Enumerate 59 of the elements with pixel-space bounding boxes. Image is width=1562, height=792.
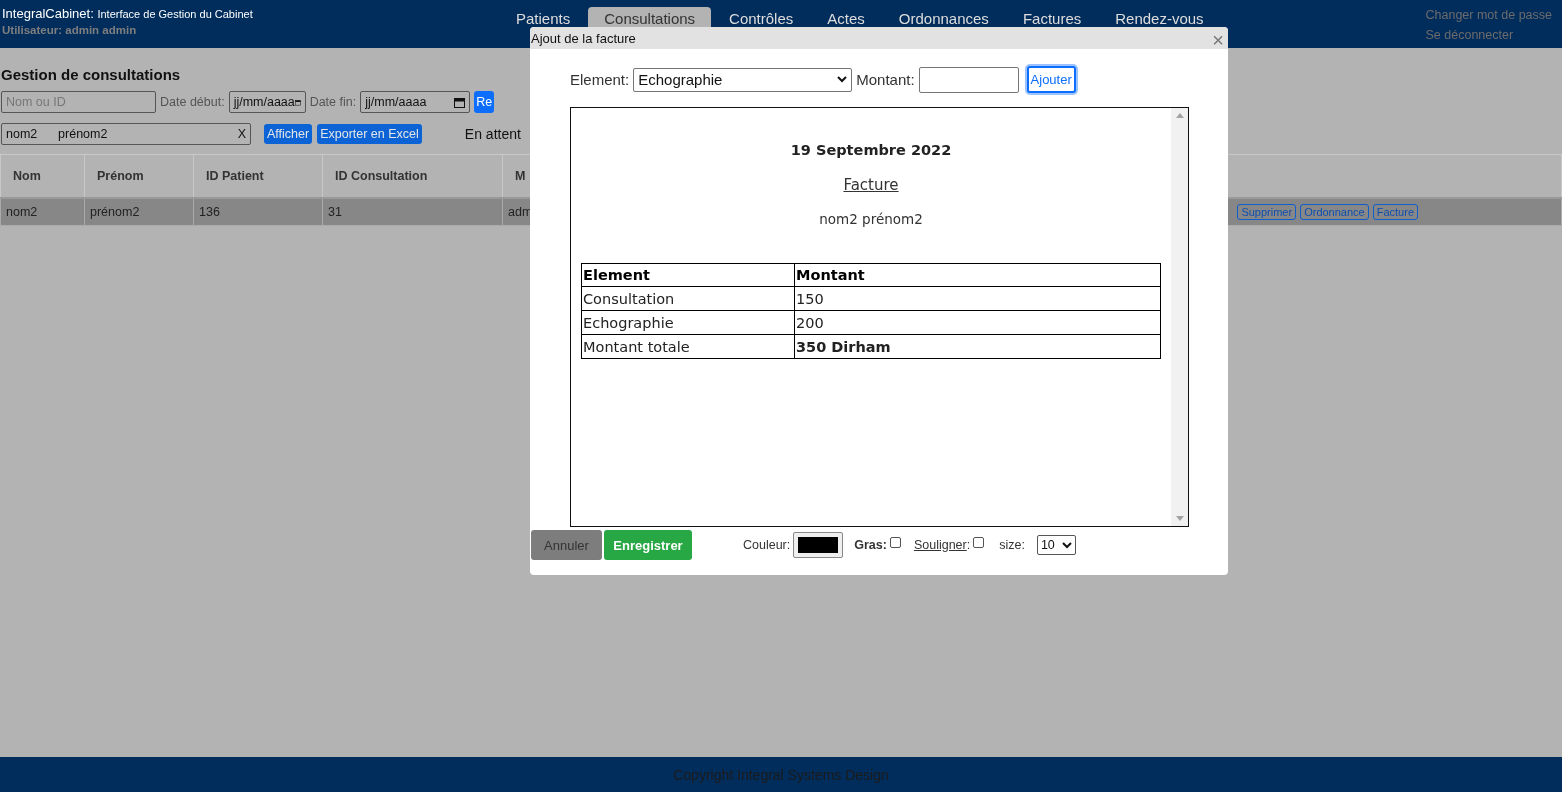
date-field[interactable]: jj/mm/aaaa (360, 91, 471, 113)
element-select[interactable]: Echographie (633, 67, 853, 92)
table-cell: 136 (193, 198, 323, 226)
status-text: En attent (464, 126, 521, 142)
color-picker[interactable] (793, 532, 844, 558)
column-header: Nom (0, 154, 85, 198)
table-cell: 150 (794, 286, 1161, 311)
table-cell: 350 Dirham (794, 334, 1161, 359)
checkbox[interactable] (889, 536, 901, 548)
field-label: Montant: (856, 71, 915, 88)
action-button[interactable]: Afficher (264, 124, 313, 144)
patient-name: nom2 prénom2 (819, 211, 923, 227)
add-button[interactable]: Ajouter (1026, 66, 1076, 93)
field-label: Date fin: (309, 95, 357, 109)
clear-button[interactable]: X (237, 127, 246, 141)
field-label: Souligner (913, 538, 967, 552)
nav-tab[interactable]: Actes (811, 7, 881, 31)
table-cell: 31 (322, 198, 503, 226)
field-label: size: (999, 538, 1025, 552)
caret-icon (837, 76, 848, 83)
page-title: Gestion de consultations (1, 66, 181, 83)
column-header: Montant (794, 263, 1161, 287)
field-label: Couleur: (743, 538, 791, 552)
calendar-icon[interactable] (454, 96, 466, 108)
field-label: Gras: (854, 538, 887, 552)
search-button[interactable]: Re (474, 91, 495, 113)
action-button[interactable]: Exporter en Excel (317, 124, 422, 144)
column-header: ID Consultation (322, 154, 503, 198)
table-cell: Montant totale (581, 334, 795, 359)
nav-tab[interactable]: Rendez-vous (1099, 7, 1220, 31)
colon-text: : (966, 538, 971, 552)
close-button[interactable]: × (1208, 30, 1228, 50)
size-select[interactable]: 10 (1036, 535, 1076, 555)
table-cell: prénom2 (84, 198, 194, 226)
invoice-heading: Facture (843, 176, 899, 194)
nav-tab[interactable]: Factures (1006, 7, 1098, 31)
nav-tab[interactable]: Contrôles (713, 7, 810, 31)
amount-field[interactable] (918, 66, 1019, 93)
app-title: IntegralCabinet: Interface de Gestion du Cabinet (2, 6, 254, 21)
checkbox[interactable] (973, 536, 985, 548)
dialog-title: Ajout de la facture (530, 30, 636, 46)
field-label: Date début: (160, 95, 225, 109)
column-header: Element (581, 263, 795, 287)
nav-tab[interactable]: Ordonnances (882, 7, 1005, 31)
field-label: Element: (570, 71, 630, 88)
invoice-date: 19 Septembre 2022 (790, 142, 952, 158)
date-field[interactable]: jj/mm/aaaa (228, 91, 306, 113)
table-cell: nom2 (0, 198, 85, 226)
table-cell: 200 (794, 310, 1161, 335)
user-label: Utilisateur: admin admin (2, 24, 138, 36)
field-value: nom2 prénom2 (6, 127, 108, 141)
caret-icon (1061, 541, 1072, 549)
patient-field[interactable]: nom2 prénom2 X (1, 123, 251, 145)
table-cell: Consultation (581, 286, 795, 311)
table-cell: Echographie (581, 310, 795, 335)
column-header: ID Patient (193, 154, 323, 198)
copyright-text: Copyright Integral Systems Design (673, 766, 889, 783)
nav-tab[interactable]: Patients (500, 7, 587, 31)
column-header: Prénom (84, 154, 194, 198)
